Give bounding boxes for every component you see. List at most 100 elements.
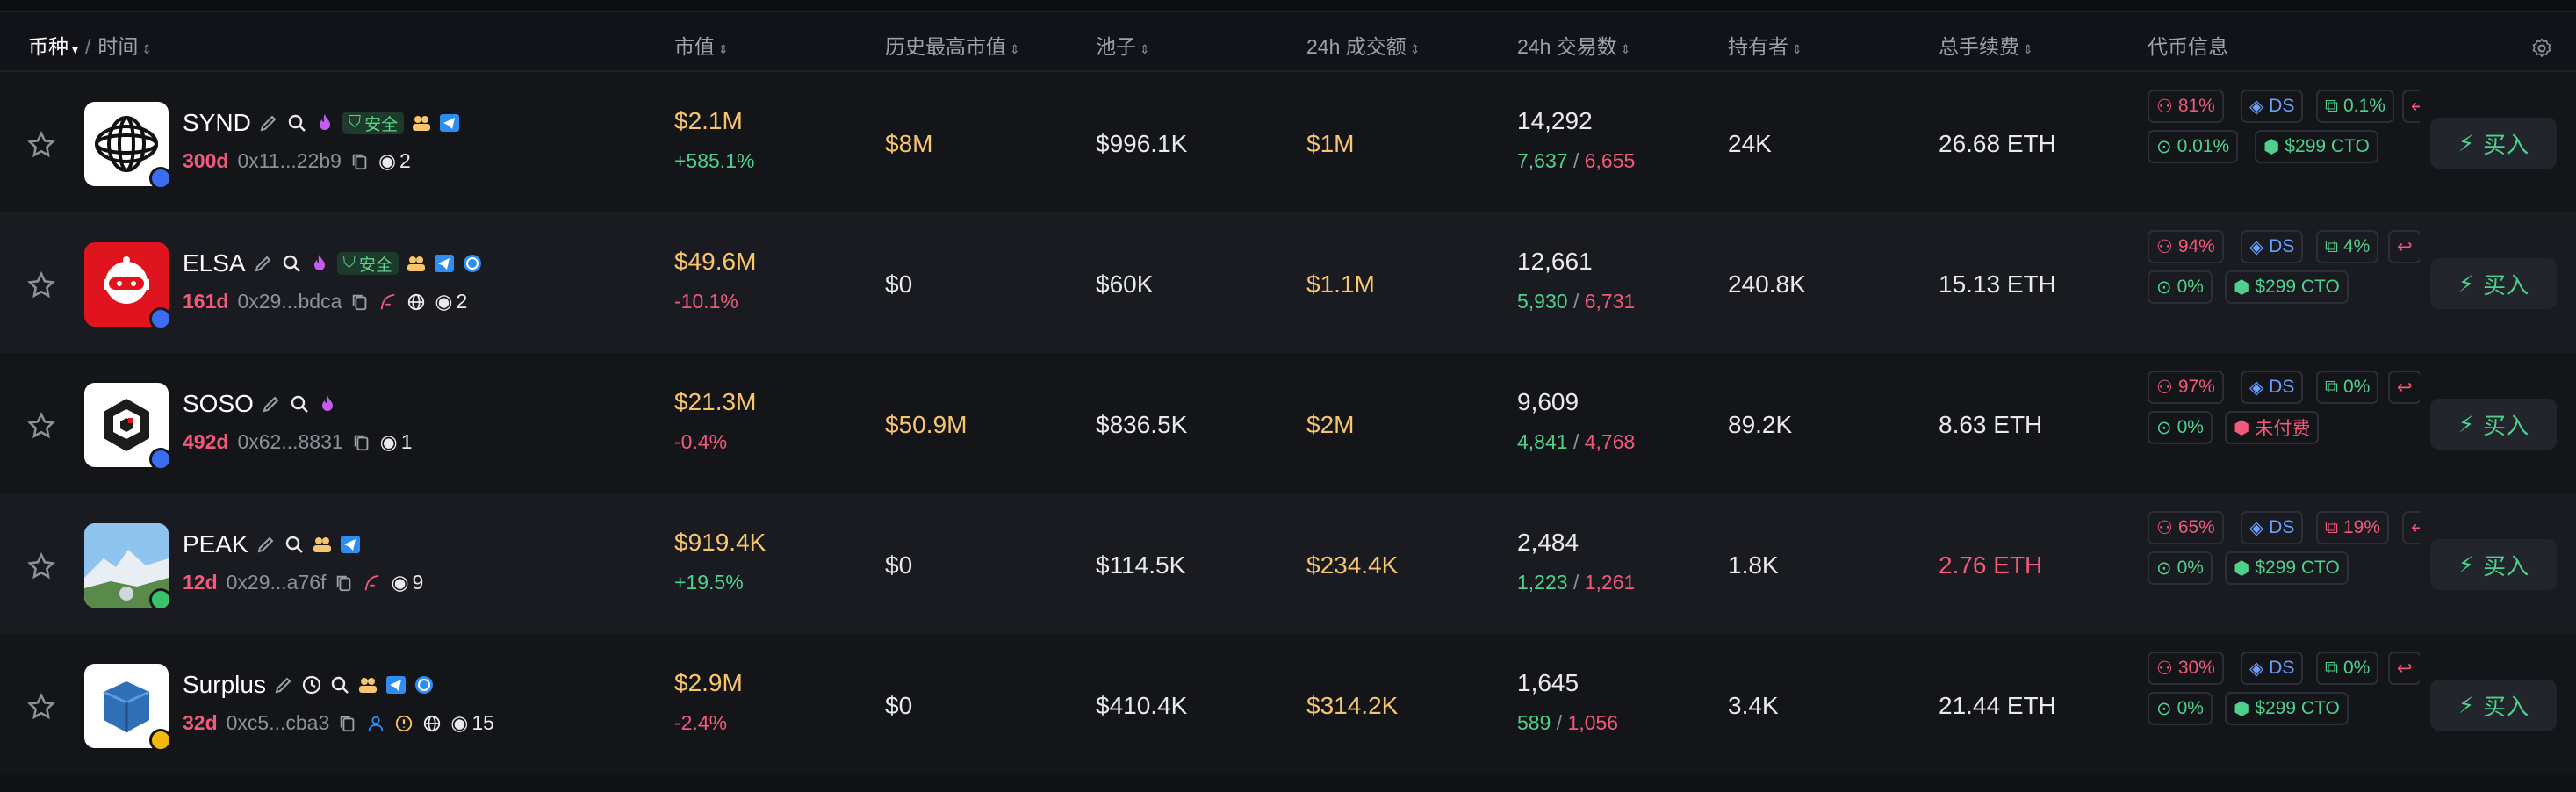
token-name[interactable]: ELSA	[183, 249, 246, 277]
telegram-icon[interactable]	[439, 112, 460, 133]
star-icon[interactable]	[26, 551, 56, 581]
col-fees-header[interactable]: 总手续费 ⇕	[1939, 30, 2033, 60]
status-chip[interactable]: ⬢ $299 CTO	[2255, 130, 2378, 163]
copy-icon[interactable]	[350, 292, 370, 312]
sniper-chip[interactable]: ⊙ 0%	[2148, 692, 2213, 725]
search-icon[interactable]	[286, 112, 307, 133]
insider-chip[interactable]: ⧉ 0%	[2316, 652, 2379, 685]
dev-chip[interactable]: ◈ DS	[2241, 90, 2304, 123]
token-name[interactable]: SOSO	[183, 390, 254, 418]
coin-icon[interactable]	[462, 253, 483, 274]
globe-icon[interactable]	[407, 292, 426, 312]
star-icon[interactable]	[26, 130, 56, 160]
bundle-chip[interactable]: ↩	[2388, 371, 2420, 404]
edit-icon[interactable]	[258, 112, 279, 133]
telegram-icon[interactable]	[340, 534, 361, 555]
status-chip[interactable]: ⬢ 未付费	[2225, 411, 2320, 444]
bundle-chip[interactable]: ↩	[2388, 230, 2420, 263]
lightning-icon: ⚡	[2457, 129, 2475, 156]
col-holders-header[interactable]: 持有者 ⇕	[1728, 30, 1802, 60]
edit-icon[interactable]	[253, 253, 274, 274]
search-icon[interactable]	[329, 674, 350, 695]
dev-chip[interactable]: ◈ DS	[2241, 230, 2304, 263]
col-coin-header[interactable]: 币种 ▾ / 时间 ⇕	[28, 30, 152, 60]
token-name[interactable]: SYND	[183, 109, 251, 137]
token-address[interactable]: 0x11...22b9	[237, 149, 342, 173]
top-holders-chip[interactable]: ⚇ 97%	[2148, 371, 2224, 404]
table-row[interactable]: SOSO 492d 0x62...8831 ◉ 1 $21.3M -0.4% $5…	[0, 353, 2576, 493]
buy-button[interactable]: ⚡ 买入	[2430, 680, 2557, 731]
buy-button[interactable]: ⚡ 买入	[2430, 399, 2557, 450]
col-mcap-header[interactable]: 市值 ⇕	[674, 30, 729, 60]
star-icon[interactable]	[26, 270, 56, 300]
watchers-count: ◉ 1	[380, 430, 413, 454]
copy-icon[interactable]	[350, 152, 370, 171]
col-txs-header[interactable]: 24h 交易数 ⇕	[1517, 30, 1631, 60]
feather-icon[interactable]	[378, 292, 398, 312]
sniper-chip[interactable]: ⊙ 0%	[2148, 411, 2213, 444]
token-address[interactable]: 0x29...bdca	[237, 290, 342, 313]
table-row[interactable]: ELSA ⛉ 安全 161d 0x29...bdca ◉ 2 $49.6M -10.…	[0, 212, 2576, 353]
dev-chip[interactable]: ◈ DS	[2241, 652, 2304, 685]
col-pool-header[interactable]: 池子 ⇕	[1096, 30, 1150, 60]
status-chip[interactable]: ⬢ $299 CTO	[2225, 692, 2349, 725]
token-address[interactable]: 0xc5...cba3	[227, 711, 330, 735]
flame-icon	[319, 114, 330, 130]
table-row[interactable]: SYND ⛉ 安全 300d 0x11...22b9 ◉ 2 $2.1M +585.…	[0, 72, 2576, 212]
top-holders-chip[interactable]: ⚇ 30%	[2148, 652, 2224, 685]
person-icon[interactable]	[366, 714, 385, 733]
star-icon[interactable]	[26, 411, 56, 441]
insider-value: 4%	[2343, 236, 2371, 256]
star-icon[interactable]	[26, 692, 56, 722]
sniper-chip[interactable]: ⊙ 0.01%	[2148, 130, 2239, 163]
bundle-chip[interactable]: ↩	[2402, 511, 2420, 544]
bundle-chip[interactable]: ↩	[2402, 90, 2420, 123]
col-volume-header[interactable]: 24h 成交额 ⇕	[1306, 30, 1421, 60]
token-name[interactable]: Surplus	[183, 671, 266, 699]
col-time-label[interactable]: 时间	[97, 35, 138, 58]
dev-chip[interactable]: ◈ DS	[2241, 371, 2304, 404]
coin-icon[interactable]	[414, 674, 435, 695]
top-holders-chip[interactable]: ⚇ 94%	[2148, 230, 2224, 263]
dev-chip[interactable]: ◈ DS	[2241, 511, 2304, 544]
copy-icon[interactable]	[335, 573, 354, 593]
col-ath-header[interactable]: 历史最高市值 ⇕	[885, 30, 1020, 60]
top-holders-chip[interactable]: ⚇ 81%	[2148, 90, 2224, 123]
edit-icon[interactable]	[255, 534, 277, 555]
table-row[interactable]: PEAK 12d 0x29...a76f ◉ 9 $919.4K +19.5% $…	[0, 493, 2576, 634]
tx-count: 14,292	[1517, 107, 1593, 134]
token-address[interactable]: 0x62...8831	[237, 430, 342, 454]
edit-icon[interactable]	[273, 674, 294, 695]
gear-icon[interactable]	[2530, 37, 2553, 60]
insider-chip[interactable]: ⧉ 0%	[2316, 371, 2379, 404]
feather-icon[interactable]	[363, 573, 382, 593]
sniper-chip[interactable]: ⊙ 0%	[2148, 551, 2213, 585]
token-name[interactable]: PEAK	[183, 530, 248, 558]
buy-button[interactable]: ⚡ 买入	[2430, 258, 2557, 309]
bundle-chip[interactable]: ↩	[2388, 652, 2420, 685]
top-holders-chip[interactable]: ⚇ 65%	[2148, 511, 2224, 544]
insider-chip[interactable]: ⧉ 19%	[2316, 511, 2390, 544]
copy-icon[interactable]	[338, 714, 357, 733]
search-icon[interactable]	[284, 534, 305, 555]
telegram-icon[interactable]	[385, 674, 407, 695]
slash-separator: /	[1551, 711, 1568, 734]
buy-button[interactable]: ⚡ 买入	[2430, 118, 2557, 169]
status-chip[interactable]: ⬢ $299 CTO	[2225, 270, 2349, 304]
token-address[interactable]: 0x29...a76f	[227, 571, 327, 594]
copy-icon[interactable]	[352, 433, 371, 452]
sniper-chip[interactable]: ⊙ 0%	[2148, 270, 2213, 304]
buy-button[interactable]: ⚡ 买入	[2430, 539, 2557, 590]
search-icon[interactable]	[281, 253, 302, 274]
caret-down-icon: ▾	[72, 42, 79, 56]
telegram-icon[interactable]	[434, 253, 455, 274]
globe-icon[interactable]	[422, 714, 442, 733]
status-chip[interactable]: ⬢ $299 CTO	[2225, 551, 2349, 585]
insider-chip[interactable]: ⧉ 0.1%	[2316, 90, 2394, 123]
volume-value: $2M	[1306, 411, 1355, 438]
search-icon[interactable]	[289, 393, 310, 414]
edit-icon[interactable]	[261, 393, 282, 414]
insider-chip[interactable]: ⧉ 4%	[2316, 230, 2379, 263]
col-coin-label[interactable]: 币种	[28, 35, 68, 58]
table-row[interactable]: Surplus 32d 0xc5...cba3 ◉ 15 $2.9M -2.4% …	[0, 634, 2576, 774]
